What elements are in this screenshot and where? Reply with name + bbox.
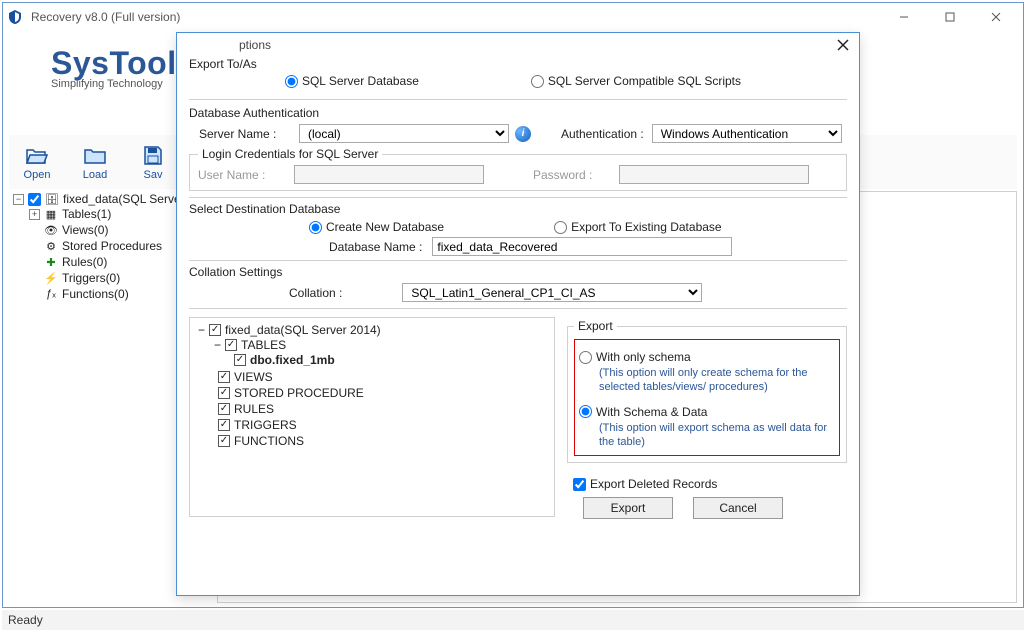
- open-button[interactable]: Open: [9, 136, 65, 188]
- obj-checkbox[interactable]: [218, 419, 230, 431]
- tree-item-label[interactable]: FUNCTIONS: [234, 434, 304, 448]
- obj-root-checkbox[interactable]: [209, 324, 221, 336]
- floppy-icon: [142, 144, 164, 168]
- export-options-dialog: ptions Export To/As SQL Server Database …: [176, 32, 860, 596]
- folder-open-icon: [25, 144, 49, 168]
- radio-existing-db[interactable]: Export To Existing Database: [554, 220, 722, 234]
- server-name-select[interactable]: (local): [299, 124, 509, 143]
- option-description: (This option will export schema as well …: [599, 421, 835, 450]
- folder-icon: [83, 144, 107, 168]
- tree-item-label[interactable]: TRIGGERS: [234, 418, 297, 432]
- status-bar: Ready: [2, 610, 1024, 630]
- trigger-icon: ⚡: [44, 271, 58, 285]
- db-auth-section: Database Authentication Server Name : (l…: [189, 106, 847, 191]
- tree-item-label[interactable]: RULES: [234, 402, 274, 416]
- database-icon: 🗄: [45, 192, 59, 206]
- password-input: [619, 165, 809, 184]
- export-button[interactable]: Export: [583, 497, 673, 519]
- maximize-button[interactable]: [927, 3, 973, 31]
- tree-item-label[interactable]: Stored Procedures: [62, 239, 162, 253]
- root-checkbox[interactable]: [28, 193, 41, 206]
- radio-create-new-db[interactable]: Create New Database: [309, 220, 444, 234]
- info-icon[interactable]: i: [515, 126, 531, 142]
- username-label: User Name :: [198, 168, 288, 182]
- database-name-input[interactable]: [432, 237, 732, 256]
- tree-root-label: fixed_data(SQL Server 2014): [225, 323, 381, 337]
- username-input: [294, 165, 484, 184]
- save-label: Sav: [144, 169, 163, 181]
- group-legend: Collation Settings: [189, 265, 847, 279]
- collapse-toggle[interactable]: −: [214, 338, 221, 352]
- close-button[interactable]: [973, 3, 1019, 31]
- view-icon: 👁: [44, 223, 58, 237]
- table-icon: ▦: [44, 207, 58, 221]
- radio-schema-and-data[interactable]: With Schema & Data: [579, 405, 835, 419]
- obj-checkbox[interactable]: [218, 387, 230, 399]
- radio-schema-only[interactable]: With only schema: [579, 350, 835, 364]
- option-description: (This option will only create schema for…: [599, 366, 835, 395]
- tree-item-label[interactable]: TABLES: [241, 338, 286, 352]
- obj-checkbox[interactable]: [218, 435, 230, 447]
- minimize-button[interactable]: [881, 3, 927, 31]
- obj-checkbox[interactable]: [234, 354, 246, 366]
- sp-icon: ⚙: [44, 239, 58, 253]
- load-label: Load: [83, 169, 107, 181]
- tree-item-label[interactable]: Rules(0): [62, 255, 107, 269]
- app-icon: [7, 9, 23, 25]
- function-icon: ƒₓ: [44, 287, 58, 301]
- authentication-select[interactable]: Windows Authentication: [652, 124, 842, 143]
- collapse-toggle[interactable]: −: [13, 194, 24, 205]
- tree-item-label[interactable]: STORED PROCEDURE: [234, 386, 364, 400]
- radio-sql-scripts[interactable]: SQL Server Compatible SQL Scripts: [531, 74, 741, 88]
- collapse-toggle[interactable]: −: [198, 323, 205, 337]
- open-label: Open: [24, 169, 51, 181]
- titlebar: Recovery v8.0 (Full version): [3, 3, 1023, 31]
- dialog-title: ptions: [239, 38, 271, 52]
- group-legend: Database Authentication: [189, 106, 847, 120]
- group-legend: Select Destination Database: [189, 202, 847, 216]
- collation-label: Collation :: [289, 286, 342, 300]
- collation-select[interactable]: SQL_Latin1_General_CP1_CI_AS: [402, 283, 702, 302]
- tree-root-label: fixed_data(SQL Serve: [63, 192, 181, 206]
- cancel-button[interactable]: Cancel: [693, 497, 783, 519]
- obj-checkbox[interactable]: [218, 403, 230, 415]
- tree-item-label[interactable]: Functions(0): [62, 287, 129, 301]
- load-button[interactable]: Load: [67, 136, 123, 188]
- server-name-label: Server Name :: [189, 127, 299, 141]
- window-title: Recovery v8.0 (Full version): [31, 10, 180, 24]
- export-to-as-group: Export To/As SQL Server Database SQL Ser…: [189, 57, 847, 100]
- rule-icon: ✚: [44, 255, 58, 269]
- radio-sqlserver-db[interactable]: SQL Server Database: [285, 74, 419, 88]
- export-mode-group: Export With only schema (This option wil…: [567, 319, 847, 463]
- tree-item-label[interactable]: Tables(1): [62, 207, 111, 221]
- tree-item-label[interactable]: Triggers(0): [62, 271, 120, 285]
- export-objects-tree[interactable]: − fixed_data(SQL Server 2014) − TABLES db…: [189, 317, 555, 517]
- login-credentials-group: Login Credentials for SQL Server User Na…: [189, 147, 847, 191]
- group-legend: Export To/As: [189, 57, 261, 71]
- export-deleted-checkbox[interactable]: Export Deleted Records: [573, 477, 717, 491]
- database-name-label: Database Name :: [329, 240, 422, 254]
- expand-toggle[interactable]: +: [29, 209, 40, 220]
- tree-item-label[interactable]: dbo.fixed_1mb: [250, 353, 335, 367]
- status-text: Ready: [8, 613, 43, 627]
- authentication-label: Authentication :: [561, 127, 644, 141]
- obj-checkbox[interactable]: [218, 371, 230, 383]
- group-legend: Export: [574, 319, 617, 333]
- password-label: Password :: [533, 168, 613, 182]
- close-icon[interactable]: [833, 35, 853, 55]
- group-legend: Login Credentials for SQL Server: [198, 147, 382, 161]
- collation-section: Collation Settings Collation : SQL_Latin…: [189, 265, 847, 302]
- tree-item-label[interactable]: Views(0): [62, 223, 108, 237]
- tree-item-label[interactable]: VIEWS: [234, 370, 273, 384]
- destination-section: Select Destination Database Create New D…: [189, 202, 847, 256]
- save-button[interactable]: Sav: [125, 136, 181, 188]
- obj-checkbox[interactable]: [225, 339, 237, 351]
